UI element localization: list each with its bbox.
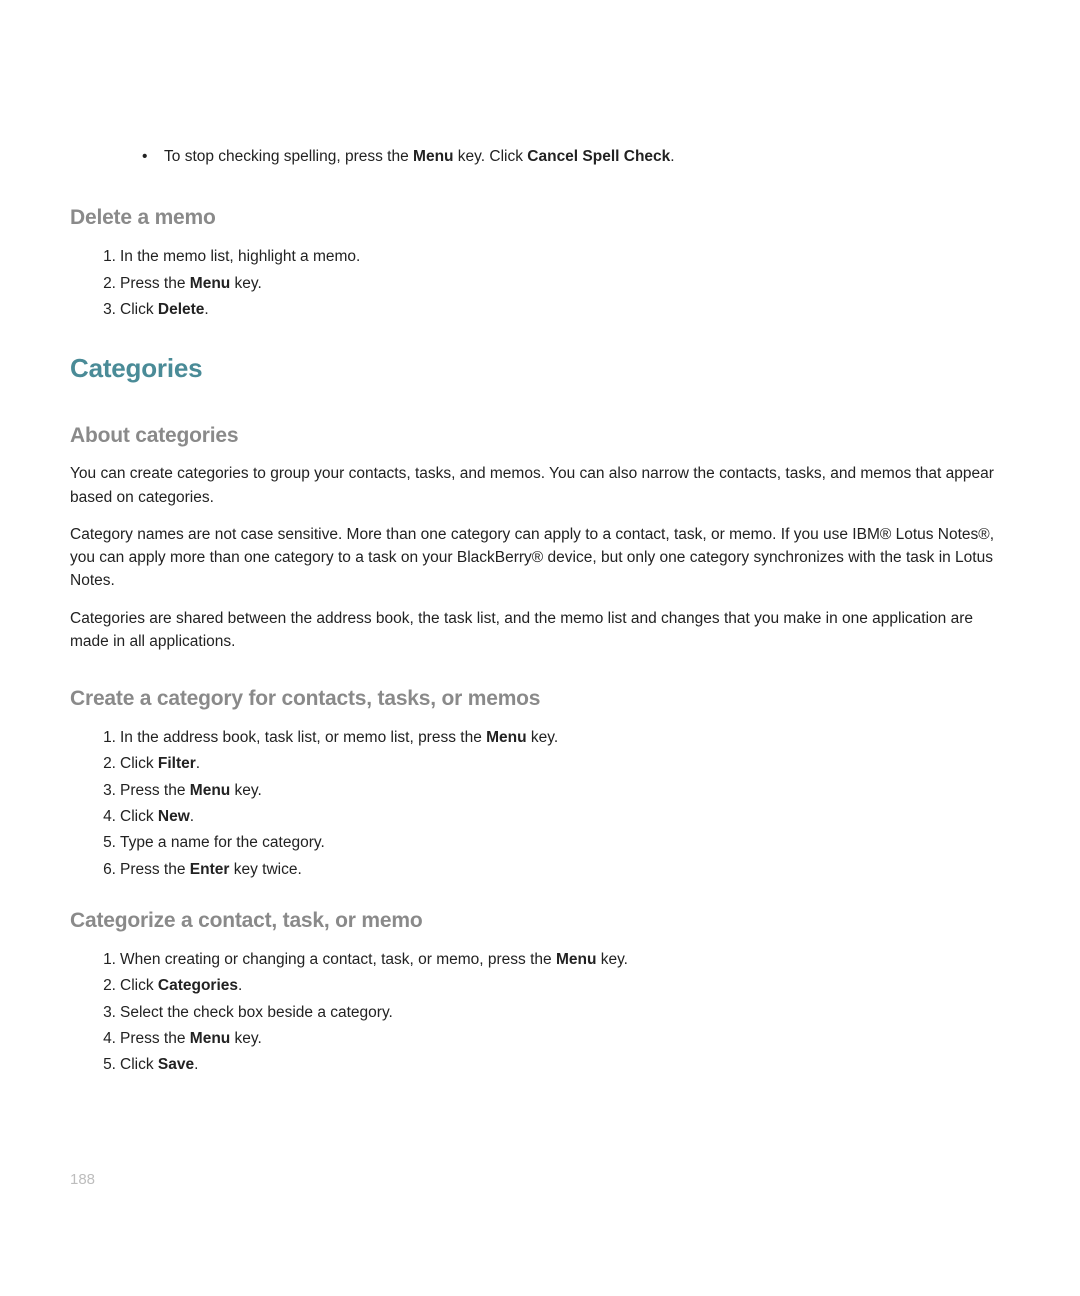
step-text: Press the: [120, 782, 190, 799]
step-number: 6.: [92, 857, 116, 883]
step-text-after: key twice.: [229, 861, 301, 878]
delete-memo-heading: Delete a memo: [70, 206, 1010, 230]
create-category-heading: Create a category for contacts, tasks, o…: [70, 687, 1010, 711]
list-item: 5.Click Save.: [120, 1052, 1010, 1078]
step-bold: Menu: [190, 1030, 230, 1047]
step-number: 5.: [92, 1052, 116, 1078]
step-text: Click: [120, 808, 158, 825]
list-item: 5.Type a name for the category.: [120, 830, 1010, 856]
step-text: Press the: [120, 1030, 190, 1047]
categorize-section: Categorize a contact, task, or memo 1.Wh…: [70, 909, 1010, 1079]
step-number: 1.: [92, 725, 116, 751]
spell-text-prefix: To stop checking spelling, press the: [164, 148, 413, 165]
about-paragraph-1: You can create categories to group your …: [70, 462, 1010, 509]
create-category-steps: 1.In the address book, task list, or mem…: [120, 725, 1010, 883]
step-text: In the address book, task list, or memo …: [120, 729, 486, 746]
step-text-after: key.: [230, 275, 262, 292]
categorize-steps: 1.When creating or changing a contact, t…: [120, 947, 1010, 1079]
list-item: 1.In the address book, task list, or mem…: [120, 725, 1010, 751]
step-number: 1.: [92, 244, 116, 270]
categories-heading: Categories: [70, 353, 1010, 384]
step-number: 2.: [92, 271, 116, 297]
about-paragraph-3: Categories are shared between the addres…: [70, 607, 1010, 654]
step-text: Click: [120, 1056, 158, 1073]
step-text-after: .: [194, 1056, 198, 1073]
page-number: 188: [70, 1171, 95, 1188]
list-item: 4.Press the Menu key.: [120, 1026, 1010, 1052]
step-bold: Delete: [158, 301, 205, 318]
delete-memo-steps: 1.In the memo list, highlight a memo.2.P…: [120, 244, 1010, 323]
spell-text-mid: key. Click: [454, 148, 528, 165]
create-category-section: Create a category for contacts, tasks, o…: [70, 687, 1010, 883]
step-bold: New: [158, 808, 190, 825]
step-text: When creating or changing a contact, tas…: [120, 951, 556, 968]
step-number: 4.: [92, 1026, 116, 1052]
step-bold: Enter: [190, 861, 230, 878]
step-bold: Menu: [486, 729, 526, 746]
step-text: Type a name for the category.: [120, 834, 325, 851]
step-text: Press the: [120, 861, 190, 878]
step-text: Press the: [120, 275, 190, 292]
delete-memo-section: Delete a memo 1.In the memo list, highli…: [70, 206, 1010, 323]
step-number: 2.: [92, 751, 116, 777]
step-text-after: key.: [596, 951, 628, 968]
step-number: 3.: [92, 1000, 116, 1026]
about-categories-heading: About categories: [70, 424, 1010, 448]
step-text-after: .: [204, 301, 208, 318]
about-categories-section: About categories You can create categori…: [70, 424, 1010, 653]
spell-menu-bold: Menu: [413, 148, 453, 165]
categorize-heading: Categorize a contact, task, or memo: [70, 909, 1010, 933]
list-item: 4.Click New.: [120, 804, 1010, 830]
step-number: 4.: [92, 804, 116, 830]
list-item: 2.Click Filter.: [120, 751, 1010, 777]
step-bold: Menu: [190, 782, 230, 799]
step-number: 5.: [92, 830, 116, 856]
step-bold: Menu: [190, 275, 230, 292]
step-text: In the memo list, highlight a memo.: [120, 248, 360, 265]
step-text-after: key.: [230, 1030, 262, 1047]
step-text-after: .: [190, 808, 194, 825]
list-item: 2.Press the Menu key.: [120, 271, 1010, 297]
list-item: 3.Press the Menu key.: [120, 778, 1010, 804]
list-item: 1.In the memo list, highlight a memo.: [120, 244, 1010, 270]
step-text: Click: [120, 977, 158, 994]
list-item: 3.Select the check box beside a category…: [120, 1000, 1010, 1026]
step-text-after: .: [196, 755, 200, 772]
spell-cancel-bold: Cancel Spell Check: [527, 148, 670, 165]
list-item: 1.When creating or changing a contact, t…: [120, 947, 1010, 973]
list-item: 2.Click Categories.: [120, 973, 1010, 999]
step-bold: Save: [158, 1056, 194, 1073]
step-number: 3.: [92, 778, 116, 804]
spell-text-end: .: [670, 148, 674, 165]
step-bold: Categories: [158, 977, 238, 994]
step-number: 3.: [92, 297, 116, 323]
list-item: 6.Press the Enter key twice.: [120, 857, 1010, 883]
step-text: Click: [120, 301, 158, 318]
step-number: 1.: [92, 947, 116, 973]
step-text-after: key.: [527, 729, 559, 746]
step-text: Click: [120, 755, 158, 772]
step-bold: Menu: [556, 951, 596, 968]
step-text-after: .: [238, 977, 242, 994]
spell-check-bullet: To stop checking spelling, press the Men…: [160, 145, 1010, 168]
about-paragraph-2: Category names are not case sensitive. M…: [70, 523, 1010, 593]
list-item: 3.Click Delete.: [120, 297, 1010, 323]
step-text-after: key.: [230, 782, 262, 799]
step-bold: Filter: [158, 755, 196, 772]
step-number: 2.: [92, 973, 116, 999]
step-text: Select the check box beside a category.: [120, 1004, 393, 1021]
